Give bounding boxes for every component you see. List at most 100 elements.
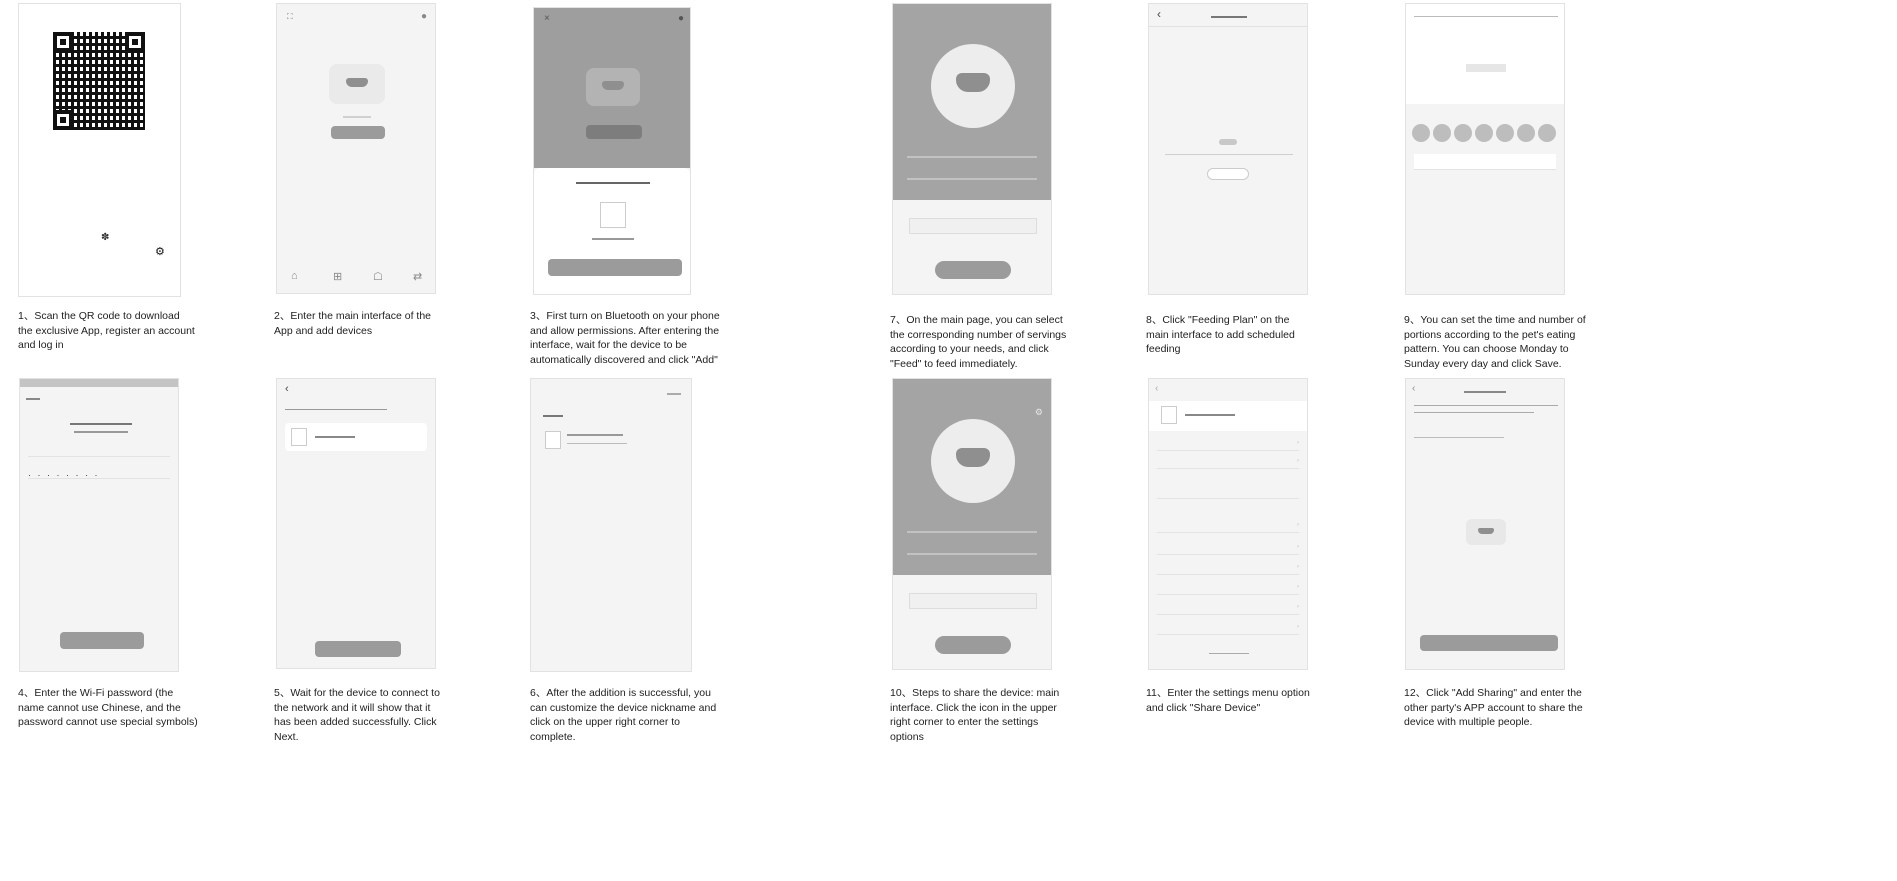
step9-caption: 9、You can set the time and number of por… <box>1404 314 1586 370</box>
share-info-line-2 <box>1414 412 1534 413</box>
feed-button[interactable] <box>935 261 1011 279</box>
nav-scene-icon[interactable]: ⊞ <box>333 270 342 283</box>
add-device-button[interactable] <box>586 125 642 139</box>
wifi-name-field[interactable] <box>28 445 170 457</box>
gear-icon: ⚙ <box>155 246 165 258</box>
step9-screenshot <box>1405 3 1565 295</box>
settings-row-8[interactable]: › <box>1157 621 1299 635</box>
popup-add-button[interactable] <box>548 259 682 276</box>
bowl-image <box>931 419 1015 503</box>
device-status-line <box>567 443 627 444</box>
nav-me-icon[interactable]: ⇄ <box>413 270 422 283</box>
add-device-button[interactable] <box>331 126 385 139</box>
status-row-1 <box>907 156 1037 158</box>
device-section-label <box>543 415 563 417</box>
empty-plan-icon <box>1219 139 1237 145</box>
step3-caption: 3、First turn on Bluetooth on your phone … <box>530 310 720 366</box>
day-monday[interactable] <box>1412 124 1430 142</box>
status-row-2 <box>907 553 1037 555</box>
feed-button[interactable] <box>935 636 1011 654</box>
add-sharing-button[interactable] <box>1420 635 1558 651</box>
close-icon[interactable]: × <box>544 13 550 24</box>
chevron-right-icon: › <box>1297 440 1299 446</box>
add-plan-button[interactable] <box>1207 168 1249 180</box>
step5-screenshot: ‹ <box>276 378 436 669</box>
add-icon[interactable]: ● <box>678 13 684 24</box>
header-title-line <box>1464 391 1506 393</box>
device-name-line <box>1185 414 1235 416</box>
time-picker-header <box>1414 16 1558 17</box>
settings-row-toggle[interactable] <box>1157 485 1299 499</box>
scan-icon[interactable]: ⛶ <box>287 12 293 22</box>
step7-screenshot <box>892 3 1052 295</box>
day-friday[interactable] <box>1496 124 1514 142</box>
chevron-right-icon: › <box>1297 604 1299 610</box>
day-thursday[interactable] <box>1475 124 1493 142</box>
portion-selector[interactable] <box>909 593 1037 609</box>
qr-corner-tr <box>125 32 145 52</box>
day-saturday[interactable] <box>1517 124 1535 142</box>
remove-device-link[interactable] <box>1209 653 1249 654</box>
bowl-image <box>931 44 1015 128</box>
settings-row-6[interactable]: › <box>1157 581 1299 595</box>
chevron-right-icon: › <box>1297 458 1299 464</box>
header-title-line <box>1211 16 1247 18</box>
top-band <box>20 379 178 387</box>
paw-icon: ✽ <box>101 232 110 243</box>
add-icon[interactable]: ● <box>421 11 427 22</box>
step10-caption: 10、Steps to share the device: main inter… <box>890 687 1060 743</box>
step10-screenshot: ⚙ <box>892 378 1052 670</box>
device-nickname-line[interactable] <box>567 434 623 436</box>
settings-row-7[interactable]: › <box>1157 601 1299 615</box>
chevron-right-icon: › <box>1297 544 1299 550</box>
step11-caption: 11、Enter the settings menu option and cl… <box>1146 687 1310 714</box>
share-device-row[interactable]: › <box>1157 519 1299 533</box>
success-text-line <box>285 409 387 410</box>
settings-row-5[interactable]: › <box>1157 561 1299 575</box>
step12-caption: 12、Click "Add Sharing" and enter the oth… <box>1404 687 1583 728</box>
back-icon[interactable]: ‹ <box>1155 383 1158 394</box>
step6-caption: 6、After the addition is successful, you … <box>530 687 717 743</box>
step12-screenshot: ‹ <box>1405 378 1565 670</box>
back-icon[interactable]: ‹ <box>285 383 289 395</box>
settings-row-1[interactable]: › <box>1157 437 1299 451</box>
step11-screenshot: ‹ › › › › › › › › <box>1148 378 1308 670</box>
device-label-line <box>343 116 371 118</box>
day-sunday[interactable] <box>1538 124 1556 142</box>
chevron-right-icon: › <box>1297 564 1299 570</box>
discovery-popup <box>534 168 690 294</box>
time-picker[interactable] <box>1406 4 1564 104</box>
step6-screenshot <box>530 378 692 672</box>
chevron-right-icon: › <box>1297 522 1299 528</box>
step3-screenshot: × ● <box>533 7 691 295</box>
wifi-title-line <box>70 423 132 425</box>
wifi-password-field[interactable]: · · · · · · · · <box>28 467 170 480</box>
step4-screenshot: · · · · · · · · <box>19 378 179 672</box>
settings-row-4[interactable]: › <box>1157 541 1299 555</box>
share-subheading-line <box>1414 437 1504 438</box>
nav-shop-icon[interactable]: ☖ <box>373 270 383 283</box>
device-name-line <box>315 436 355 438</box>
back-icon[interactable]: ‹ <box>1412 383 1415 394</box>
cancel-link[interactable] <box>26 398 40 400</box>
portion-selector[interactable] <box>909 218 1037 234</box>
added-device-card[interactable] <box>285 423 427 451</box>
device-header-card <box>1149 401 1307 431</box>
step5-caption: 5、Wait for the device to connect to the … <box>274 687 440 743</box>
step2-screenshot: ⛶ ● ⌂ ⊞ ☖ ⇄ <box>276 3 436 294</box>
done-link[interactable] <box>667 393 681 395</box>
next-button[interactable] <box>315 641 401 657</box>
settings-icon[interactable]: ⚙ <box>1035 407 1043 418</box>
back-icon[interactable]: ‹ <box>1157 7 1161 21</box>
device-image <box>586 68 640 106</box>
day-tuesday[interactable] <box>1433 124 1451 142</box>
device-thumbnail <box>545 431 561 449</box>
portions-row[interactable] <box>1414 154 1556 170</box>
nav-home-icon[interactable]: ⌂ <box>291 270 298 282</box>
next-button[interactable] <box>60 632 144 649</box>
day-wednesday[interactable] <box>1454 124 1472 142</box>
settings-row-2[interactable]: › <box>1157 455 1299 469</box>
time-picker-selection <box>1466 64 1506 72</box>
popup-title-line <box>576 182 650 184</box>
device-thumbnail <box>1161 406 1177 424</box>
